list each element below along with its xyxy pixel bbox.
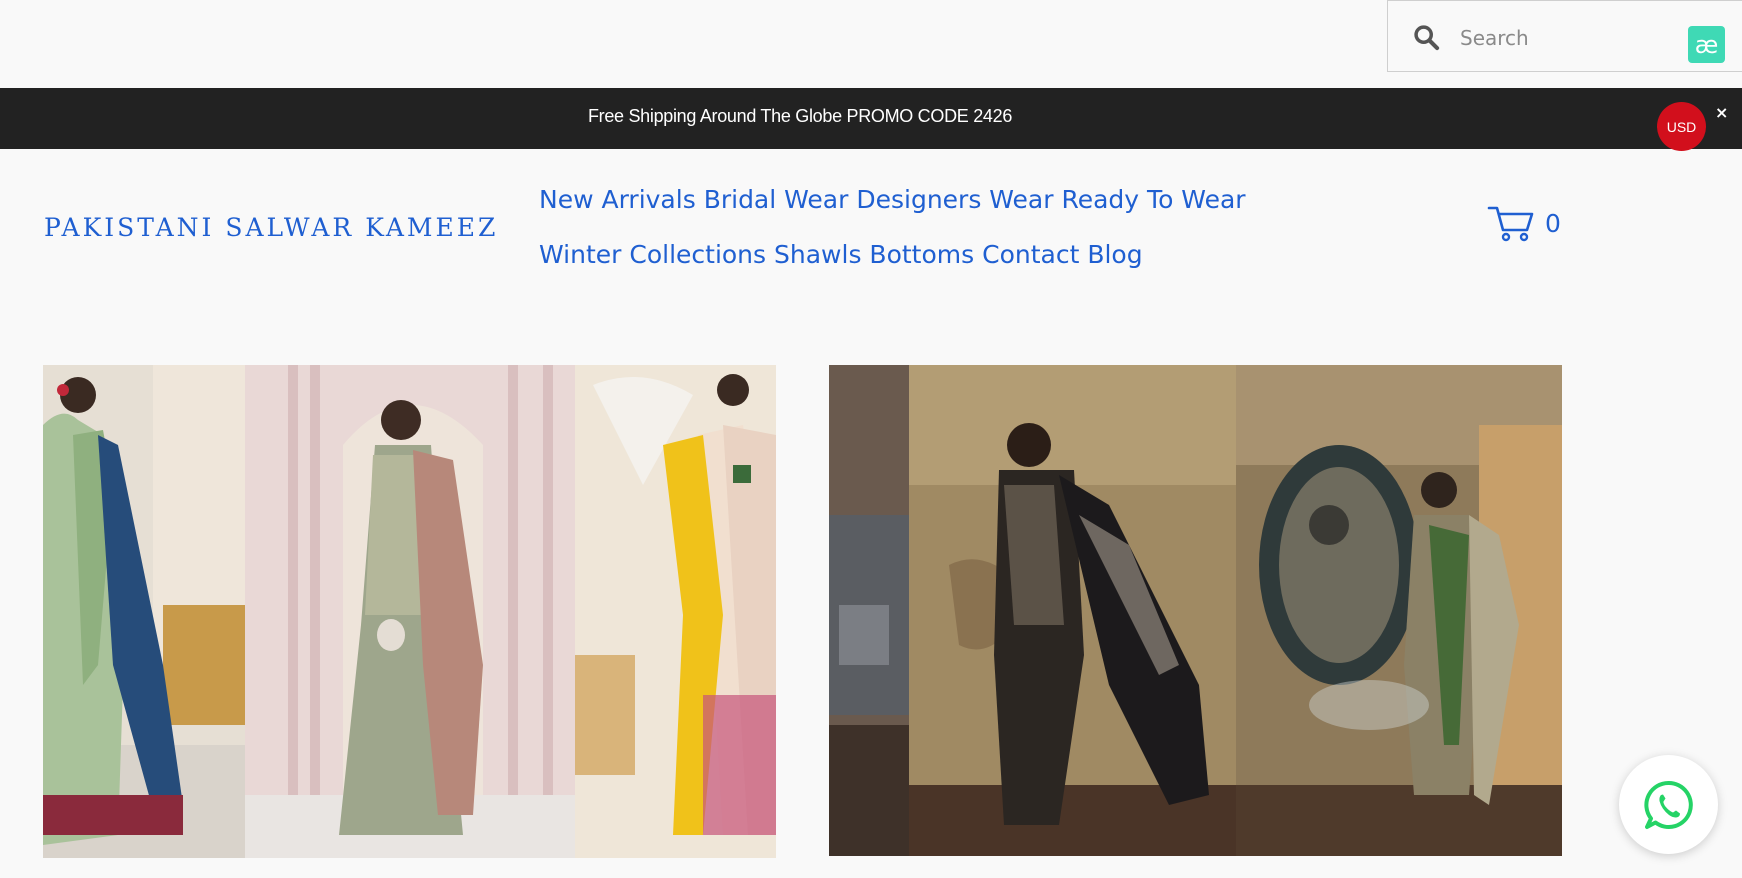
- nav-item-contact[interactable]: Contact: [982, 240, 1079, 269]
- whatsapp-icon: [1643, 780, 1693, 829]
- nav-item-shawls[interactable]: Shawls: [774, 240, 861, 269]
- cart-count: 0: [1545, 208, 1561, 238]
- search-icon[interactable]: [1412, 23, 1440, 51]
- nav-item-ready-to-wear[interactable]: Ready To Wear: [1061, 185, 1245, 214]
- nav-item-designers-wear[interactable]: Designers Wear: [856, 185, 1053, 214]
- whatsapp-chat-button[interactable]: [1619, 755, 1718, 854]
- cart-button[interactable]: 0: [1487, 204, 1561, 242]
- collection-banner-bridal[interactable]: [43, 365, 776, 858]
- nav-item-blog[interactable]: Blog: [1087, 240, 1142, 269]
- close-icon[interactable]: ×: [1715, 103, 1728, 122]
- cart-icon[interactable]: [1487, 204, 1535, 242]
- promo-bar: Free Shipping Around The Globe PROMO COD…: [0, 88, 1742, 149]
- currency-selector[interactable]: USD: [1657, 102, 1706, 151]
- search-bar[interactable]: æ: [1387, 0, 1742, 72]
- search-input[interactable]: [1458, 21, 1662, 55]
- ae-badge[interactable]: æ: [1688, 26, 1725, 63]
- site-logo[interactable]: PAKISTANI SALWAR KAMEEZ: [44, 213, 498, 242]
- nav-item-new-arrivals[interactable]: New Arrivals: [539, 185, 696, 214]
- bridal-collage-image: [43, 365, 776, 858]
- nav-item-winter-collections[interactable]: Winter Collections: [539, 240, 766, 269]
- nav-item-bridal-wear[interactable]: Bridal Wear: [704, 185, 849, 214]
- winter-collage-image: [829, 365, 1562, 856]
- collection-banner-winter[interactable]: [829, 365, 1562, 856]
- main-nav: New Arrivals Bridal Wear Designers Wear …: [539, 172, 1299, 282]
- promo-text: Free Shipping Around The Globe PROMO COD…: [587, 106, 1013, 126]
- nav-row-1: New Arrivals Bridal Wear Designers Wear …: [539, 172, 1299, 227]
- nav-row-2: Winter Collections Shawls Bottoms Contac…: [539, 227, 1299, 282]
- nav-item-bottoms[interactable]: Bottoms: [869, 240, 974, 269]
